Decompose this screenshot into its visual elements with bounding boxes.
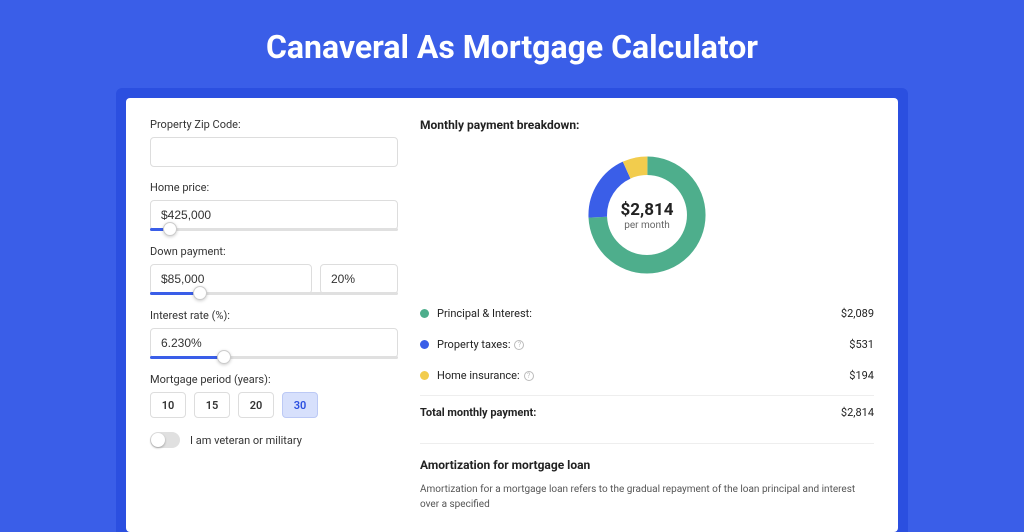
interest-input[interactable] [150,328,398,358]
down-payment-input[interactable] [150,264,312,294]
home-price-slider-thumb[interactable] [163,222,177,236]
interest-field-group: Interest rate (%): [150,309,398,359]
zip-input[interactable] [150,137,398,167]
zip-field-group: Property Zip Code: [150,118,398,167]
legend-dot-principal [420,309,429,318]
legend-text-insurance: Home insurance: [437,369,520,382]
legend-row-taxes: Property taxes: ? $531 [420,329,874,360]
down-payment-label: Down payment: [150,245,398,258]
home-price-label: Home price: [150,181,398,194]
veteran-toggle[interactable] [150,432,180,448]
legend-label-insurance: Home insurance: ? [437,369,849,382]
legend-dot-insurance [420,371,429,380]
period-btn-20[interactable]: 20 [238,392,274,418]
legend-text-principal: Principal & Interest: [437,307,532,320]
legend-value-taxes: $531 [849,338,874,351]
calculator-frame: Property Zip Code: Home price: Down paym… [116,88,908,532]
period-field-group: Mortgage period (years): 10 15 20 30 [150,373,398,418]
legend-text-taxes: Property taxes: [437,338,510,351]
amortization-section: Amortization for mortgage loan Amortizat… [420,443,874,512]
page-title: Canaveral As Mortgage Calculator [0,0,1024,88]
info-icon[interactable]: ? [524,371,534,381]
home-price-field-group: Home price: [150,181,398,231]
period-options: 10 15 20 30 [150,392,398,418]
period-btn-30[interactable]: 30 [282,392,318,418]
legend-row-insurance: Home insurance: ? $194 [420,360,874,391]
period-btn-10[interactable]: 10 [150,392,186,418]
legend-label-principal: Principal & Interest: [437,307,841,320]
amortization-text: Amortization for a mortgage loan refers … [420,482,874,512]
period-btn-15[interactable]: 15 [194,392,230,418]
down-payment-slider-thumb[interactable] [193,286,207,300]
amortization-title: Amortization for mortgage loan [420,458,874,472]
interest-slider[interactable] [150,356,398,359]
donut-center: $2,814 per month [582,150,712,280]
down-payment-pct-input[interactable] [320,264,398,294]
home-price-input[interactable] [150,200,398,230]
calculator-card: Property Zip Code: Home price: Down paym… [126,98,898,532]
donut-amount: $2,814 [621,200,674,220]
legend-dot-taxes [420,340,429,349]
donut-sublabel: per month [624,220,670,231]
input-column: Property Zip Code: Home price: Down paym… [150,118,398,512]
period-label: Mortgage period (years): [150,373,398,386]
interest-slider-thumb[interactable] [217,350,231,364]
interest-label: Interest rate (%): [150,309,398,322]
legend-label-taxes: Property taxes: ? [437,338,849,351]
total-row: Total monthly payment: $2,814 [420,395,874,429]
breakdown-title: Monthly payment breakdown: [420,118,874,132]
info-icon[interactable]: ? [514,340,524,350]
veteran-toggle-row: I am veteran or military [150,432,398,448]
total-value: $2,814 [841,406,874,419]
zip-label: Property Zip Code: [150,118,398,131]
donut-chart-wrap: $2,814 per month [420,142,874,298]
home-price-slider[interactable] [150,228,398,231]
down-payment-slider[interactable] [150,292,398,295]
legend-value-principal: $2,089 [841,307,874,320]
veteran-toggle-knob [151,433,165,447]
down-payment-field-group: Down payment: [150,245,398,295]
veteran-label: I am veteran or military [190,434,302,447]
breakdown-column: Monthly payment breakdown: $2,814 per mo… [420,118,874,512]
donut-chart: $2,814 per month [582,150,712,280]
total-label: Total monthly payment: [420,406,841,419]
legend-value-insurance: $194 [849,369,874,382]
legend-row-principal: Principal & Interest: $2,089 [420,298,874,329]
